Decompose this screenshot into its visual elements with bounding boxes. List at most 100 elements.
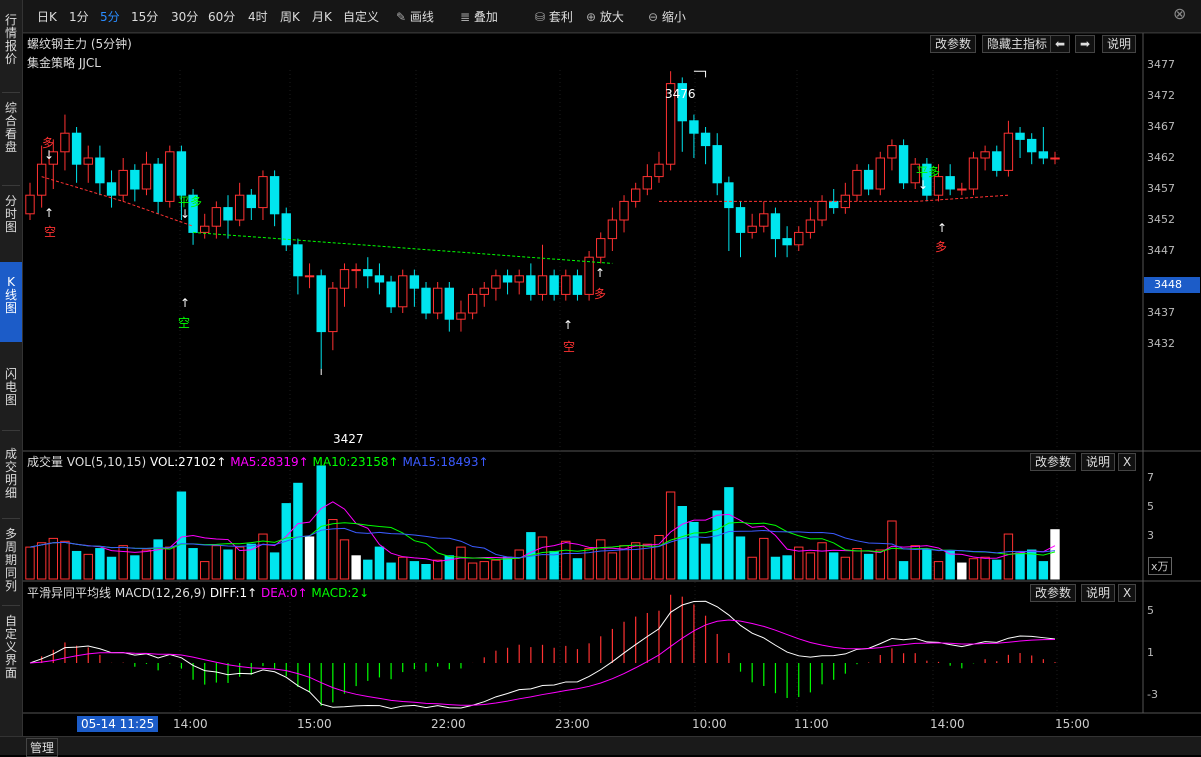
candle-body <box>968 157 979 190</box>
volume-bar <box>316 465 326 580</box>
volume-bar <box>363 559 373 580</box>
price-tick-label: 3457 <box>1147 182 1175 195</box>
candle-body <box>491 275 501 289</box>
volume-bar <box>467 562 478 580</box>
candle-body <box>829 200 839 209</box>
candle-body <box>200 225 210 233</box>
volume-bar <box>619 545 629 580</box>
volume-help-button[interactable]: 说明 <box>1081 453 1116 471</box>
volume-bar <box>957 562 967 580</box>
volume-bar <box>607 552 618 580</box>
volume-bar <box>1003 533 1014 580</box>
candle-body <box>630 188 641 202</box>
volume-bar <box>561 540 571 580</box>
candle-body <box>770 213 781 240</box>
volume-bar <box>759 537 769 580</box>
volume-ma5: MA5:28319↑ <box>230 455 309 469</box>
volume-tick-label: 5 <box>1147 499 1154 513</box>
signal-arrow-down-icon: ↓ <box>44 148 55 162</box>
macd-value: MACD:2↓ <box>311 586 370 600</box>
price-tick-label: 3447 <box>1147 244 1175 257</box>
volume-value: VOL:27102↑ <box>149 455 227 469</box>
candle-body <box>549 275 559 295</box>
macd-close-button[interactable]: X <box>1118 584 1137 602</box>
volume-bar <box>351 555 361 580</box>
macd-params-button[interactable]: 改参数 <box>1030 584 1077 602</box>
main-help-button[interactable]: 说明 <box>1102 35 1137 53</box>
volume-bar <box>293 482 303 580</box>
candle-body <box>83 157 93 165</box>
price-tick-label: 3452 <box>1147 213 1175 226</box>
current-price-tag: 3448 <box>1144 277 1200 293</box>
volume-params-button[interactable]: 改参数 <box>1030 453 1077 471</box>
volume-bar <box>689 521 699 580</box>
candle-body <box>724 182 734 209</box>
volume-bar <box>805 552 816 580</box>
volume-bar <box>165 546 175 580</box>
price-tick-label: 3472 <box>1147 89 1175 102</box>
volume-bar <box>83 553 93 580</box>
volume-bar <box>71 550 82 580</box>
volume-bar <box>572 558 583 580</box>
volume-bar <box>642 543 653 580</box>
candle-body <box>689 120 699 134</box>
candle-body <box>293 244 303 277</box>
price-tick-label: 3467 <box>1147 120 1175 133</box>
candle-body <box>211 207 222 227</box>
volume-bar <box>747 556 757 580</box>
hide-main-indicator-button[interactable]: 隐藏主指标 <box>982 35 1053 53</box>
candle-body <box>176 151 187 196</box>
candle-body <box>479 287 489 295</box>
candle-body <box>444 287 455 320</box>
volume-bar <box>630 542 641 580</box>
volume-bar <box>95 548 105 580</box>
volume-bar <box>922 549 932 580</box>
high-price-label: 3476 <box>665 87 696 101</box>
candle-body <box>561 275 571 295</box>
volume-bar <box>817 542 827 580</box>
candle-body <box>456 312 466 320</box>
volume-bar <box>386 562 396 580</box>
candle-body <box>328 287 338 333</box>
signal-arrow-up-icon: ↑ <box>563 318 574 332</box>
volume-bar <box>188 548 198 580</box>
signal-short: 空 <box>563 340 576 354</box>
candle-body <box>409 275 420 289</box>
volume-header: 成交量 VOL(5,10,15) VOL:27102↑ MA5:28319↑ M… <box>27 453 489 470</box>
manage-button[interactable]: 管理 <box>26 738 59 757</box>
price-tick-label: 3462 <box>1147 151 1175 164</box>
volume-bar <box>409 561 420 580</box>
time-cursor-label: 05-14 11:25 <box>77 716 159 732</box>
signal-arrow-up-icon: ↑ <box>180 296 191 310</box>
candle-body <box>712 145 722 184</box>
main-params-button[interactable]: 改参数 <box>930 35 977 53</box>
candle-body <box>36 163 47 196</box>
volume-bar <box>537 536 548 580</box>
signal-short: 空 <box>178 316 191 330</box>
volume-bar <box>153 539 163 580</box>
arrow-left-icon[interactable]: ⬅ <box>1050 35 1071 53</box>
candle-body <box>339 269 350 289</box>
volume-bar <box>1050 529 1060 580</box>
volume-bar <box>339 539 350 580</box>
candle-body <box>805 219 816 233</box>
volume-close-button[interactable]: X <box>1118 453 1137 471</box>
candle-body <box>537 275 548 295</box>
volume-bar <box>200 561 210 580</box>
candle-body <box>1038 151 1049 159</box>
volume-bar <box>898 561 909 580</box>
arrow-right-icon[interactable]: ➡ <box>1075 35 1096 53</box>
macd-help-button[interactable]: 说明 <box>1081 584 1116 602</box>
volume-bar <box>479 561 489 580</box>
candle-body <box>467 293 478 314</box>
volume-bar <box>782 555 792 580</box>
volume-bar <box>992 559 1002 580</box>
high-marker <box>693 70 707 78</box>
stop-line-long <box>193 231 613 264</box>
candle-body <box>363 269 373 277</box>
volume-bar <box>456 546 466 580</box>
signal-arrow-up-icon: ↑ <box>595 266 606 280</box>
candle-body <box>71 132 82 165</box>
candle-body <box>782 238 792 246</box>
candle-body <box>304 275 315 278</box>
